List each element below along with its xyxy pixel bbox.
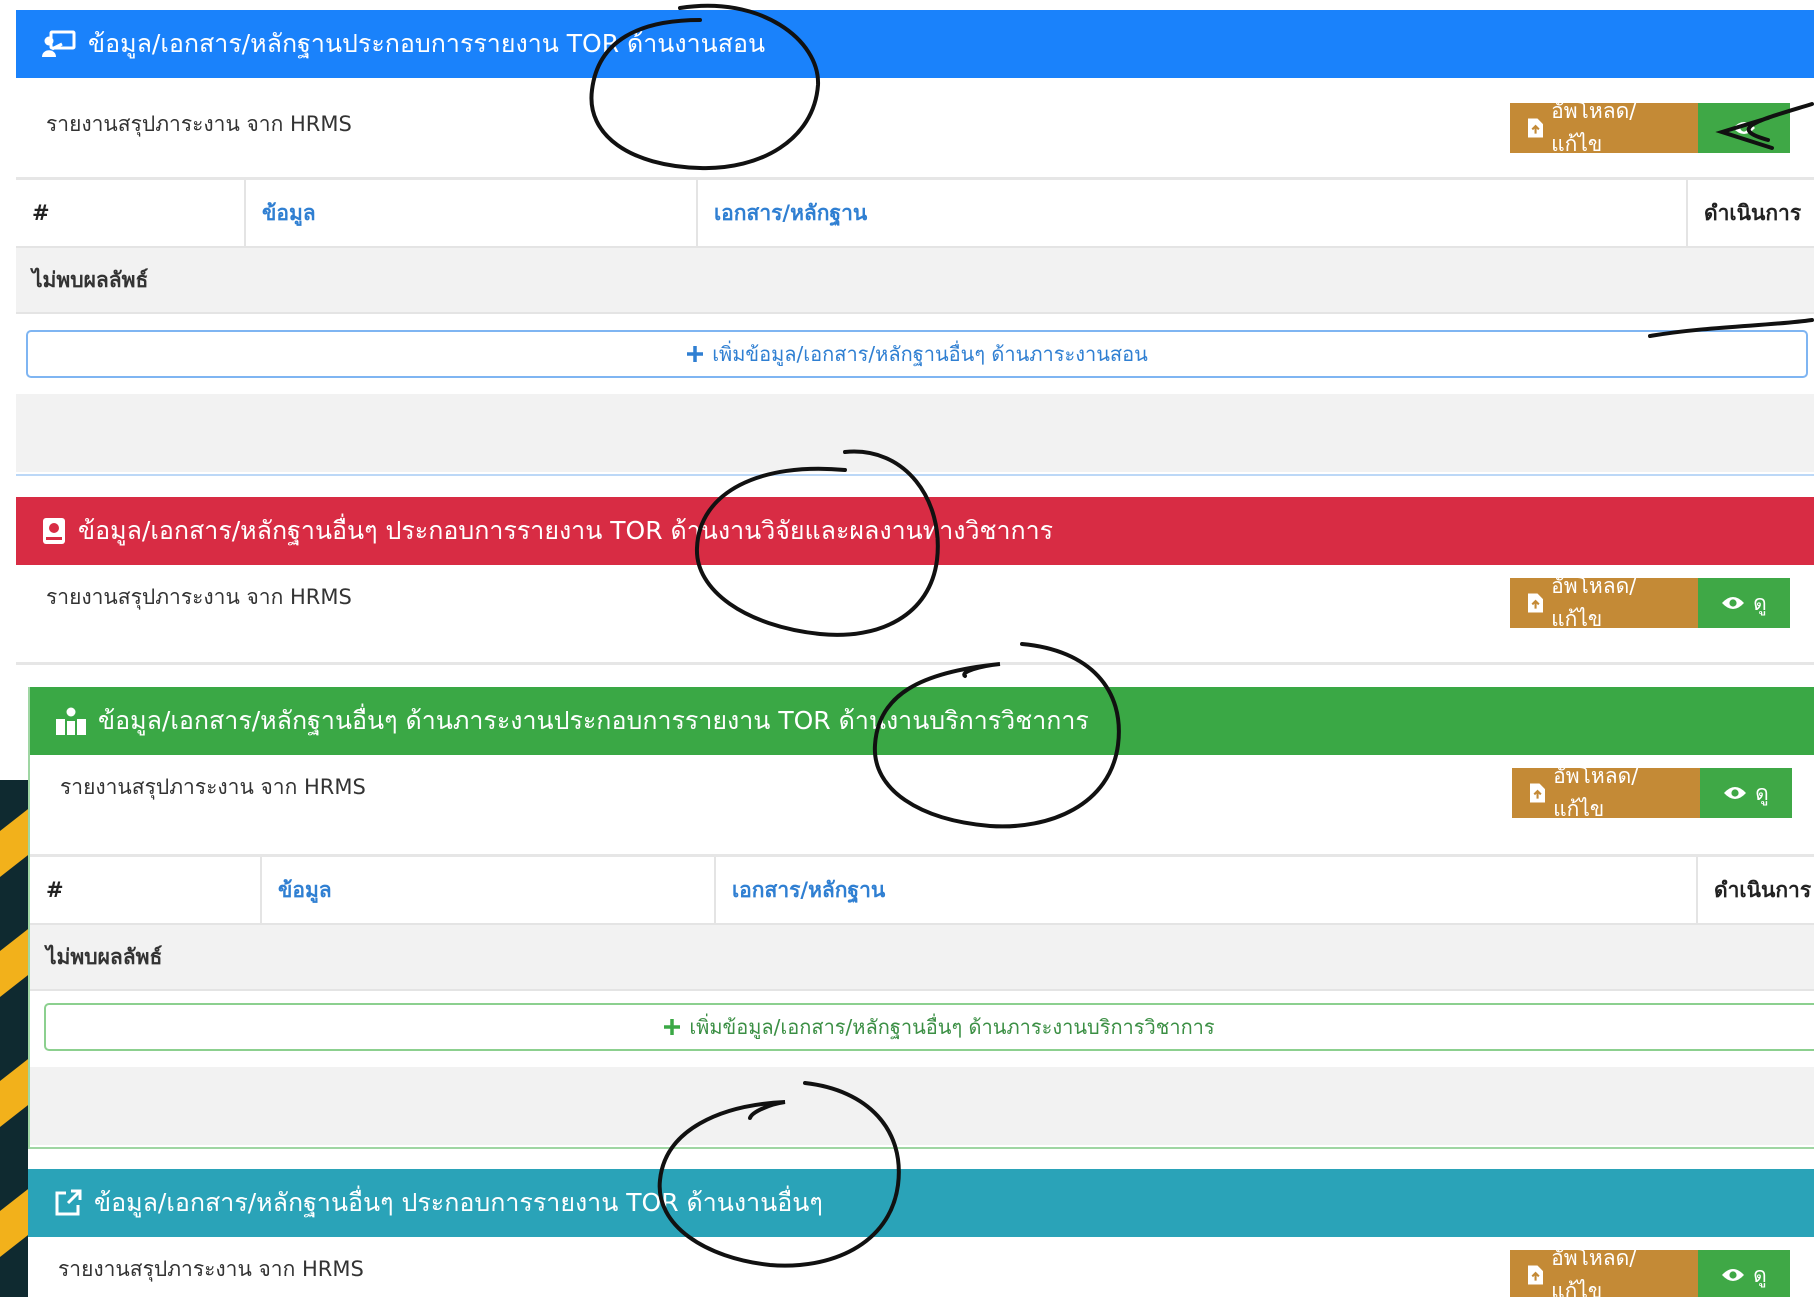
col-docs-header[interactable]: เอกสาร/หลักฐาน	[716, 857, 1666, 923]
view-button[interactable]: ดู	[1698, 1250, 1790, 1297]
upload-edit-label: อัพโหลด/แก้ไข	[1551, 574, 1637, 631]
panel-other-actions: อัพโหลด/แก้ไข ดู	[1510, 1246, 1790, 1297]
divider	[16, 662, 1814, 665]
upload-edit-label: อัพโหลด/แก้ไข	[1551, 99, 1637, 156]
file-upload-icon	[1528, 118, 1544, 138]
plus-icon	[687, 346, 704, 362]
view-label: ดู	[1753, 590, 1767, 615]
eye-icon	[1722, 597, 1745, 609]
upload-edit-label: อัพโหลด/แก้ไข	[1553, 764, 1639, 821]
add-teaching-evidence-button[interactable]: เพิ่มข้อมูล/เอกสาร/หลักฐานอื่นๆ ด้านภาระ…	[26, 330, 1808, 378]
view-button[interactable]: ดู	[1698, 578, 1790, 628]
panel-research-title: ข้อมูล/เอกสาร/หลักฐานอื่นๆ ประกอบการรายง…	[78, 516, 1054, 545]
empty-result-row: ไม่พบผลลัพธ์	[30, 925, 1814, 991]
add-teaching-evidence-label: เพิ่มข้อมูล/เอกสาร/หลักฐานอื่นๆ ด้านภาระ…	[712, 342, 1148, 366]
panel-footer-area	[16, 394, 1814, 472]
panel-other: ข้อมูล/เอกสาร/หลักฐานอื่นๆ ประกอบการรายง…	[28, 1169, 1814, 1297]
upload-edit-button[interactable]: อัพโหลด/แก้ไข	[1510, 99, 1698, 156]
hands-helping-icon	[56, 707, 86, 735]
chalkboard-teacher-icon	[42, 30, 76, 57]
view-label: ดู	[1755, 780, 1769, 805]
file-upload-icon	[1528, 593, 1544, 613]
panel-teaching-title: ข้อมูล/เอกสาร/หลักฐานประกอบการรายงาน TOR…	[88, 29, 766, 58]
view-button[interactable]: ดู	[1700, 768, 1792, 818]
view-label: ดู	[1753, 1262, 1767, 1287]
view-button[interactable]	[1698, 103, 1790, 153]
add-service-evidence-button[interactable]: เพิ่มข้อมูล/เอกสาร/หลักฐานอื่นๆ ด้านภาระ…	[44, 1003, 1814, 1051]
col-index-header: #	[32, 201, 50, 225]
panel-academic-service: ข้อมูล/เอกสาร/หลักฐานอื่นๆ ด้านภาระงานปร…	[28, 687, 1814, 1149]
col-docs-header[interactable]: เอกสาร/หลักฐาน	[698, 180, 1648, 246]
upload-edit-label: อัพโหลด/แก้ไข	[1551, 1246, 1637, 1297]
decorative-side-strip	[0, 780, 34, 1297]
plus-icon	[664, 1019, 681, 1035]
file-upload-icon	[1528, 1265, 1544, 1285]
panel-service-actions: อัพโหลด/แก้ไข ดู	[1512, 764, 1792, 821]
upload-edit-button[interactable]: อัพโหลด/แก้ไข	[1510, 1246, 1698, 1297]
eye-icon	[1722, 1269, 1745, 1281]
book-icon	[43, 518, 65, 544]
table-header: # ข้อมูล เอกสาร/หลักฐาน ดำเนินการ	[16, 180, 1814, 248]
col-action-header: ดำเนินการ	[1704, 200, 1802, 225]
upload-edit-button[interactable]: อัพโหลด/แก้ไข	[1510, 574, 1698, 631]
file-upload-icon	[1530, 783, 1546, 803]
eye-icon	[1724, 787, 1747, 799]
add-service-evidence-label: เพิ่มข้อมูล/เอกสาร/หลักฐานอื่นๆ ด้านภาระ…	[689, 1015, 1215, 1039]
panel-teaching-header: ข้อมูล/เอกสาร/หลักฐานประกอบการรายงาน TOR…	[16, 10, 1814, 78]
panel-research-actions: อัพโหลด/แก้ไข ดู	[1510, 574, 1790, 631]
panel-teaching-actions: อัพโหลด/แก้ไข	[1510, 99, 1790, 156]
col-action-header: ดำเนินการ	[1714, 877, 1812, 902]
col-info-header[interactable]: ข้อมูล	[262, 857, 714, 923]
eye-icon	[1733, 122, 1755, 134]
panel-teaching: ข้อมูล/เอกสาร/หลักฐานประกอบการรายงาน TOR…	[16, 10, 1814, 476]
col-index-header: #	[46, 878, 64, 902]
empty-result-row: ไม่พบผลลัพธ์	[16, 248, 1814, 314]
panel-other-subtitle: รายงานสรุปภาระงาน จาก HRMS	[58, 1257, 364, 1281]
panel-footer-area	[30, 1067, 1814, 1145]
table-header: # ข้อมูล เอกสาร/หลักฐาน ดำเนินการ	[30, 857, 1814, 925]
panel-service-title: ข้อมูล/เอกสาร/หลักฐานอื่นๆ ด้านภาระงานปร…	[98, 706, 1089, 735]
panel-research: ข้อมูล/เอกสาร/หลักฐานอื่นๆ ประกอบการรายง…	[16, 497, 1814, 667]
panel-other-header: ข้อมูล/เอกสาร/หลักฐานอื่นๆ ประกอบการรายง…	[28, 1169, 1814, 1237]
upload-edit-button[interactable]: อัพโหลด/แก้ไข	[1512, 764, 1700, 821]
panel-research-subtitle: รายงานสรุปภาระงาน จาก HRMS	[46, 585, 352, 609]
panel-teaching-subtitle: รายงานสรุปภาระงาน จาก HRMS	[46, 112, 352, 136]
panel-service-header: ข้อมูล/เอกสาร/หลักฐานอื่นๆ ด้านภาระงานปร…	[30, 687, 1814, 755]
panel-service-subtitle: รายงานสรุปภาระงาน จาก HRMS	[60, 775, 366, 799]
external-link-icon	[55, 1189, 82, 1216]
panel-other-title: ข้อมูล/เอกสาร/หลักฐานอื่นๆ ประกอบการรายง…	[94, 1188, 823, 1217]
panel-research-header: ข้อมูล/เอกสาร/หลักฐานอื่นๆ ประกอบการรายง…	[16, 497, 1814, 565]
col-info-header[interactable]: ข้อมูล	[246, 180, 696, 246]
